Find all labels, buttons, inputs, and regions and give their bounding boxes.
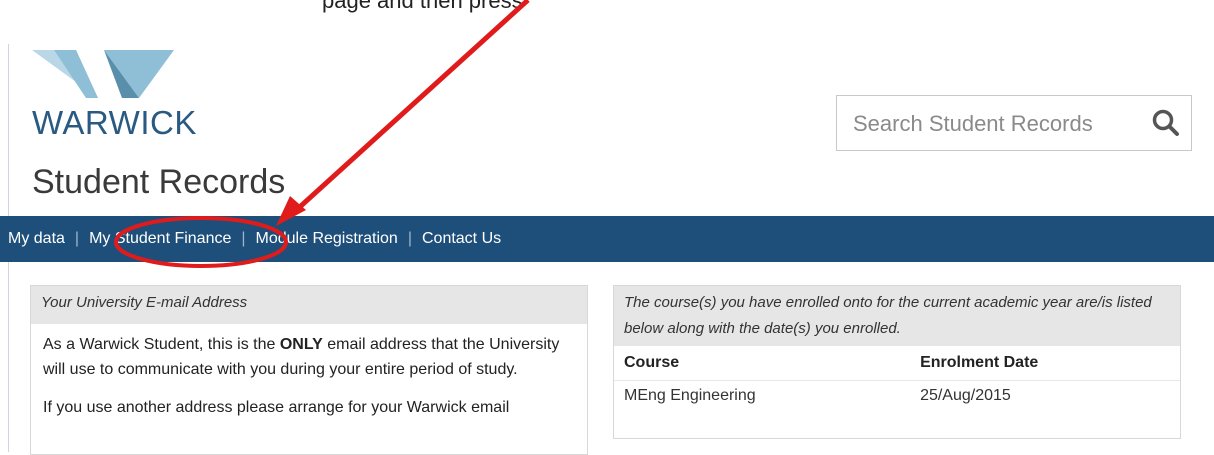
email-panel: Your University E-mail Address As a Warw… [30, 285, 588, 455]
logo-mark-icon [32, 50, 174, 98]
main-nav: My data | My Student Finance | Module Re… [0, 216, 1214, 262]
date-cell: 25/Aug/2015 [910, 380, 1180, 411]
nav-my-student-finance[interactable]: My Student Finance [89, 230, 231, 248]
email-panel-paragraph: As a Warwick Student, this is the ONLY e… [43, 336, 560, 378]
nav-separator: | [74, 230, 80, 247]
search-input[interactable] [851, 106, 1135, 142]
course-panel-heading: The course(s) you have enrolled onto for… [614, 286, 1180, 346]
table-row: MEng Engineering 25/Aug/2015 [614, 380, 1180, 411]
warwick-logo[interactable]: WARWICK [32, 48, 212, 148]
search-box[interactable] [836, 95, 1192, 151]
instruction-banner: page and then press [0, 0, 1214, 40]
nav-separator: | [241, 230, 246, 247]
email-panel-paragraph-2: If you use another address please arrang… [43, 399, 510, 416]
course-table: Course Enrolment Date MEng Engineering 2… [614, 346, 1180, 411]
course-panel: The course(s) you have enrolled onto for… [613, 285, 1181, 439]
nav-contact-us[interactable]: Contact Us [422, 230, 501, 248]
logo-wordmark: WARWICK [32, 104, 197, 141]
instruction-text: page and then press [322, 0, 523, 13]
nav-separator: | [407, 230, 412, 247]
page-title: Student Records [32, 163, 286, 201]
nav-module-registration[interactable]: Module Registration [256, 230, 398, 248]
col-course: Course [624, 354, 680, 371]
email-panel-heading: Your University E-mail Address [31, 286, 587, 324]
course-cell: MEng Engineering [614, 380, 911, 411]
search-icon[interactable] [1151, 108, 1181, 138]
col-enrolment-date: Enrolment Date [920, 354, 1039, 371]
nav-my-data[interactable]: My data [8, 230, 65, 248]
